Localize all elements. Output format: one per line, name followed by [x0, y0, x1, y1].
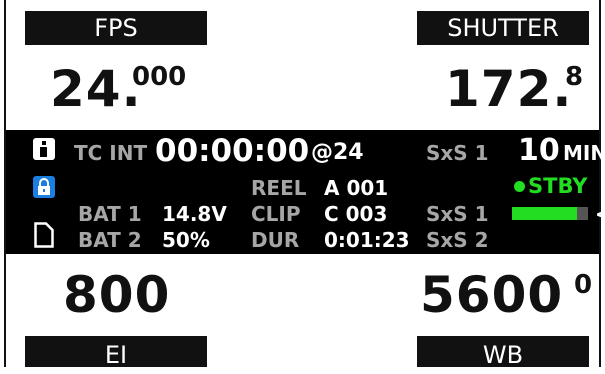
- shutter-value-decimal: 8: [565, 62, 584, 92]
- dur-label: DUR: [251, 228, 300, 252]
- rec-status: STBY: [528, 174, 588, 198]
- media-arrow: <: [595, 202, 605, 226]
- clip-label: CLIP: [251, 202, 301, 226]
- tc-rate: @24: [311, 140, 364, 165]
- media-fill-bar: [512, 207, 588, 220]
- remaining-unit: MIN: [563, 141, 605, 165]
- wb-tab[interactable]: WB: [417, 336, 589, 369]
- fps-tab[interactable]: FPS: [25, 11, 207, 45]
- shutter-value[interactable]: 172.: [445, 64, 572, 114]
- shutter-label: SHUTTER: [447, 14, 559, 42]
- status-bar: TC INT 00:00:00 @24 SxS 1 10 MIN REEL A …: [6, 130, 605, 254]
- rec-status-dot: [514, 181, 525, 192]
- ei-label: EI: [104, 341, 128, 369]
- fps-label: FPS: [94, 14, 138, 42]
- wb-label: WB: [482, 341, 524, 369]
- info-icon[interactable]: [33, 138, 55, 160]
- bat1-value: 14.8V: [162, 202, 227, 226]
- wb-value-tint: 0: [574, 270, 593, 300]
- ei-tab[interactable]: EI: [25, 336, 207, 369]
- timecode: 00:00:00: [155, 133, 310, 169]
- wb-value[interactable]: 5600: [420, 270, 563, 320]
- tc-label: TC INT: [74, 141, 148, 165]
- bat1-label: BAT 1: [78, 202, 142, 226]
- media-label-1: SxS 1: [426, 141, 489, 165]
- ei-value[interactable]: 800: [63, 270, 170, 320]
- dur-value: 0:01:23: [324, 228, 410, 252]
- remaining-time: 10: [518, 133, 560, 168]
- shutter-tab[interactable]: SHUTTER: [417, 11, 589, 45]
- reel-value: A 001: [324, 176, 389, 200]
- fps-value-decimal: 000: [132, 62, 187, 92]
- media-label-2: SxS 1: [426, 202, 489, 226]
- media-fill-level: [512, 207, 577, 220]
- document-icon[interactable]: [34, 222, 54, 248]
- clip-value: C 003: [324, 202, 388, 226]
- bat2-value: 50%: [162, 228, 210, 252]
- reel-label: REEL: [251, 176, 307, 200]
- right-border: [599, 0, 601, 367]
- lock-icon[interactable]: [33, 176, 55, 198]
- media-label-3: SxS 2: [426, 228, 489, 252]
- fps-value[interactable]: 24.: [50, 64, 142, 114]
- bat2-label: BAT 2: [78, 228, 142, 252]
